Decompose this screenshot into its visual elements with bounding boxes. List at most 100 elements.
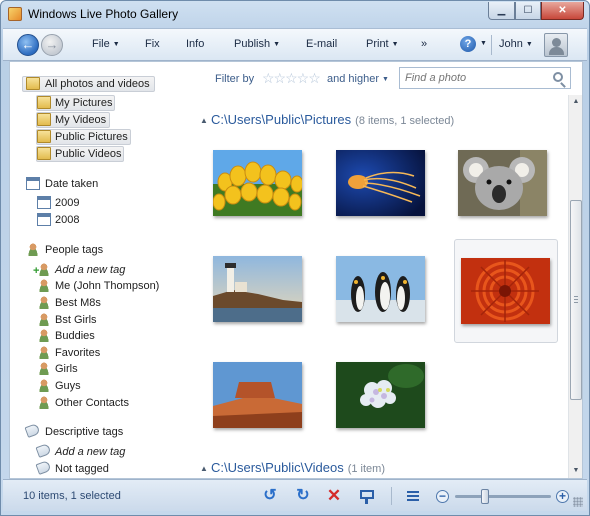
zoom-out-icon[interactable]: − — [436, 490, 449, 503]
command-bar: ← → File ▼ Fix Info Publish ▼ E-mail Print… — [3, 28, 587, 61]
nav-folder-my-pictures[interactable]: My Pictures — [10, 95, 198, 111]
thumbnail-desert[interactable] — [213, 362, 302, 428]
content-area: All photos and videos My Pictures My Vid… — [9, 61, 583, 479]
slideshow-icon[interactable] — [358, 487, 376, 505]
menu-print[interactable]: Print ▼ — [366, 38, 399, 50]
thumbnail-hydrangeas[interactable] — [336, 362, 425, 428]
delete-icon[interactable]: ✕ — [325, 487, 343, 505]
scroll-up-arrow-icon[interactable]: ▲ — [569, 95, 583, 109]
nav-folder-label: Public Pictures — [55, 131, 128, 143]
nav-not-tagged[interactable]: Not tagged — [10, 460, 198, 477]
menu-publish-label: Publish — [234, 38, 271, 50]
chevron-down-icon: ▼ — [112, 41, 120, 48]
nav-people-tag-label: Best M8s — [55, 297, 101, 309]
add-tag-icon — [35, 443, 52, 458]
menu-file[interactable]: File ▼ — [92, 38, 120, 50]
nav-all-photos-videos[interactable]: All photos and videos — [10, 76, 198, 92]
calendar-icon — [37, 196, 51, 209]
nav-descriptive-tags[interactable]: Descriptive tags — [10, 423, 198, 440]
title-bar: Windows Live Photo Gallery ▁ ☐ ✕ — [1, 1, 589, 29]
thumbnail-cell[interactable] — [333, 239, 433, 339]
resize-grip[interactable] — [573, 497, 583, 507]
thumbnail-lighthouse[interactable] — [213, 256, 302, 322]
zoom-in-icon[interactable]: + — [556, 490, 569, 503]
nav-people-tags-label: People tags — [45, 244, 104, 256]
nav-year-2009[interactable]: 2009 — [10, 195, 198, 211]
forward-button[interactable]: → — [41, 34, 63, 56]
rotate-right-icon[interactable]: ↻ — [294, 487, 312, 505]
rotate-left-icon[interactable]: ↺ — [261, 487, 279, 505]
nav-people-tag[interactable]: Girls — [10, 361, 198, 377]
nav-folder-public-videos[interactable]: Public Videos — [10, 146, 198, 162]
nav-add-people-tag[interactable]: Add a new tag — [10, 262, 198, 278]
scrollbar-thumb[interactable] — [570, 200, 582, 400]
thumbnail-tulips[interactable] — [213, 150, 302, 216]
menu-print-label: Print — [366, 38, 389, 50]
nav-date-taken[interactable]: Date taken — [10, 176, 198, 192]
search-input[interactable] — [405, 72, 545, 84]
collapse-arrow-icon[interactable]: ▲ — [200, 116, 208, 125]
maximize-button[interactable]: ☐ — [515, 2, 541, 20]
nav-people-tag-label: Me (John Thompson) — [55, 280, 160, 292]
rating-filter-dropdown[interactable]: and higher ▼ — [327, 73, 389, 85]
nav-folder-label: My Videos — [55, 114, 107, 126]
menu-fix[interactable]: Fix — [145, 38, 160, 50]
untagged-icon — [35, 460, 52, 475]
nav-people-tags[interactable]: People tags — [10, 242, 198, 258]
nav-people-tag[interactable]: Favorites — [10, 345, 198, 361]
thumbnail-cell[interactable] — [333, 133, 433, 233]
search-icon[interactable] — [553, 72, 563, 82]
nav-folder-public-pictures[interactable]: Public Pictures — [10, 129, 198, 145]
nav-not-tagged-label: Not tagged — [55, 463, 109, 475]
group-icon — [37, 396, 51, 409]
nav-add-tag-label: Add a new tag — [55, 446, 126, 458]
thumbnail-cell[interactable] — [210, 239, 310, 339]
nav-add-descriptive-tag[interactable]: Add a new tag — [10, 443, 198, 460]
nav-descriptive-tags-label: Descriptive tags — [45, 426, 124, 438]
photo-library-icon — [26, 77, 40, 90]
thumbnail-cell[interactable] — [210, 133, 310, 233]
group-header-pictures[interactable]: ▲ C:\Users\Public\Pictures (8 items, 1 se… — [200, 112, 568, 130]
nav-people-tag[interactable]: Other Contacts — [10, 395, 198, 411]
nav-people-tag[interactable]: Best M8s — [10, 295, 198, 311]
thumbnail-penguins[interactable] — [336, 256, 425, 322]
user-name: John — [499, 38, 523, 50]
nav-people-tag[interactable]: Bst Girls — [10, 312, 198, 328]
filter-bar: Filter by ☆☆☆☆☆ and higher ▼ — [200, 62, 582, 94]
minimize-button[interactable]: ▁ — [488, 2, 515, 20]
close-button[interactable]: ✕ — [541, 2, 584, 20]
thumbnail-cell[interactable] — [455, 133, 555, 233]
chevron-down-icon: ▼ — [525, 41, 533, 48]
help-icon[interactable]: ? — [460, 36, 476, 52]
scroll-down-arrow-icon[interactable]: ▼ — [569, 464, 583, 478]
avatar[interactable] — [544, 33, 568, 57]
back-button[interactable]: ← — [17, 34, 39, 56]
nav-folder-my-videos[interactable]: My Videos — [10, 112, 198, 128]
vertical-scrollbar[interactable]: ▲ ▼ — [568, 95, 582, 478]
nav-people-tag[interactable]: Buddies — [10, 328, 198, 344]
search-box[interactable] — [399, 67, 571, 89]
menu-publish[interactable]: Publish ▼ — [234, 38, 280, 50]
user-menu[interactable]: John ▼ — [499, 38, 533, 50]
thumbnail-jellyfish[interactable] — [336, 150, 425, 216]
chevron-down-icon[interactable]: ▼ — [480, 40, 487, 47]
zoom-slider-track[interactable] — [455, 495, 551, 498]
thumbnail-cell-selected[interactable] — [454, 239, 558, 343]
thumbnail-cell[interactable] — [333, 345, 433, 445]
group-header-videos[interactable]: ▲ C:\Users\Public\Videos (1 item) — [200, 460, 568, 478]
nav-people-tag[interactable]: Me (John Thompson) — [10, 278, 198, 294]
nav-people-tag-label: Other Contacts — [55, 397, 129, 409]
thumbnail-gallery: ▲ C:\Users\Public\Pictures (8 items, 1 se… — [200, 95, 568, 478]
rating-filter-stars[interactable]: ☆☆☆☆☆ — [262, 70, 321, 87]
menu-info[interactable]: Info — [186, 38, 204, 50]
menu-more[interactable]: » — [421, 38, 427, 50]
nav-year-2008[interactable]: 2008 — [10, 212, 198, 228]
thumbnail-chrysanthemum[interactable] — [461, 258, 550, 324]
collapse-arrow-icon[interactable]: ▲ — [200, 464, 208, 473]
nav-people-tag[interactable]: Guys — [10, 378, 198, 394]
thumbnail-koala[interactable] — [458, 150, 547, 216]
details-view-icon[interactable] — [404, 487, 422, 505]
zoom-slider-thumb[interactable] — [481, 489, 490, 504]
thumbnail-cell[interactable] — [210, 345, 310, 445]
menu-email[interactable]: E-mail — [306, 38, 337, 50]
